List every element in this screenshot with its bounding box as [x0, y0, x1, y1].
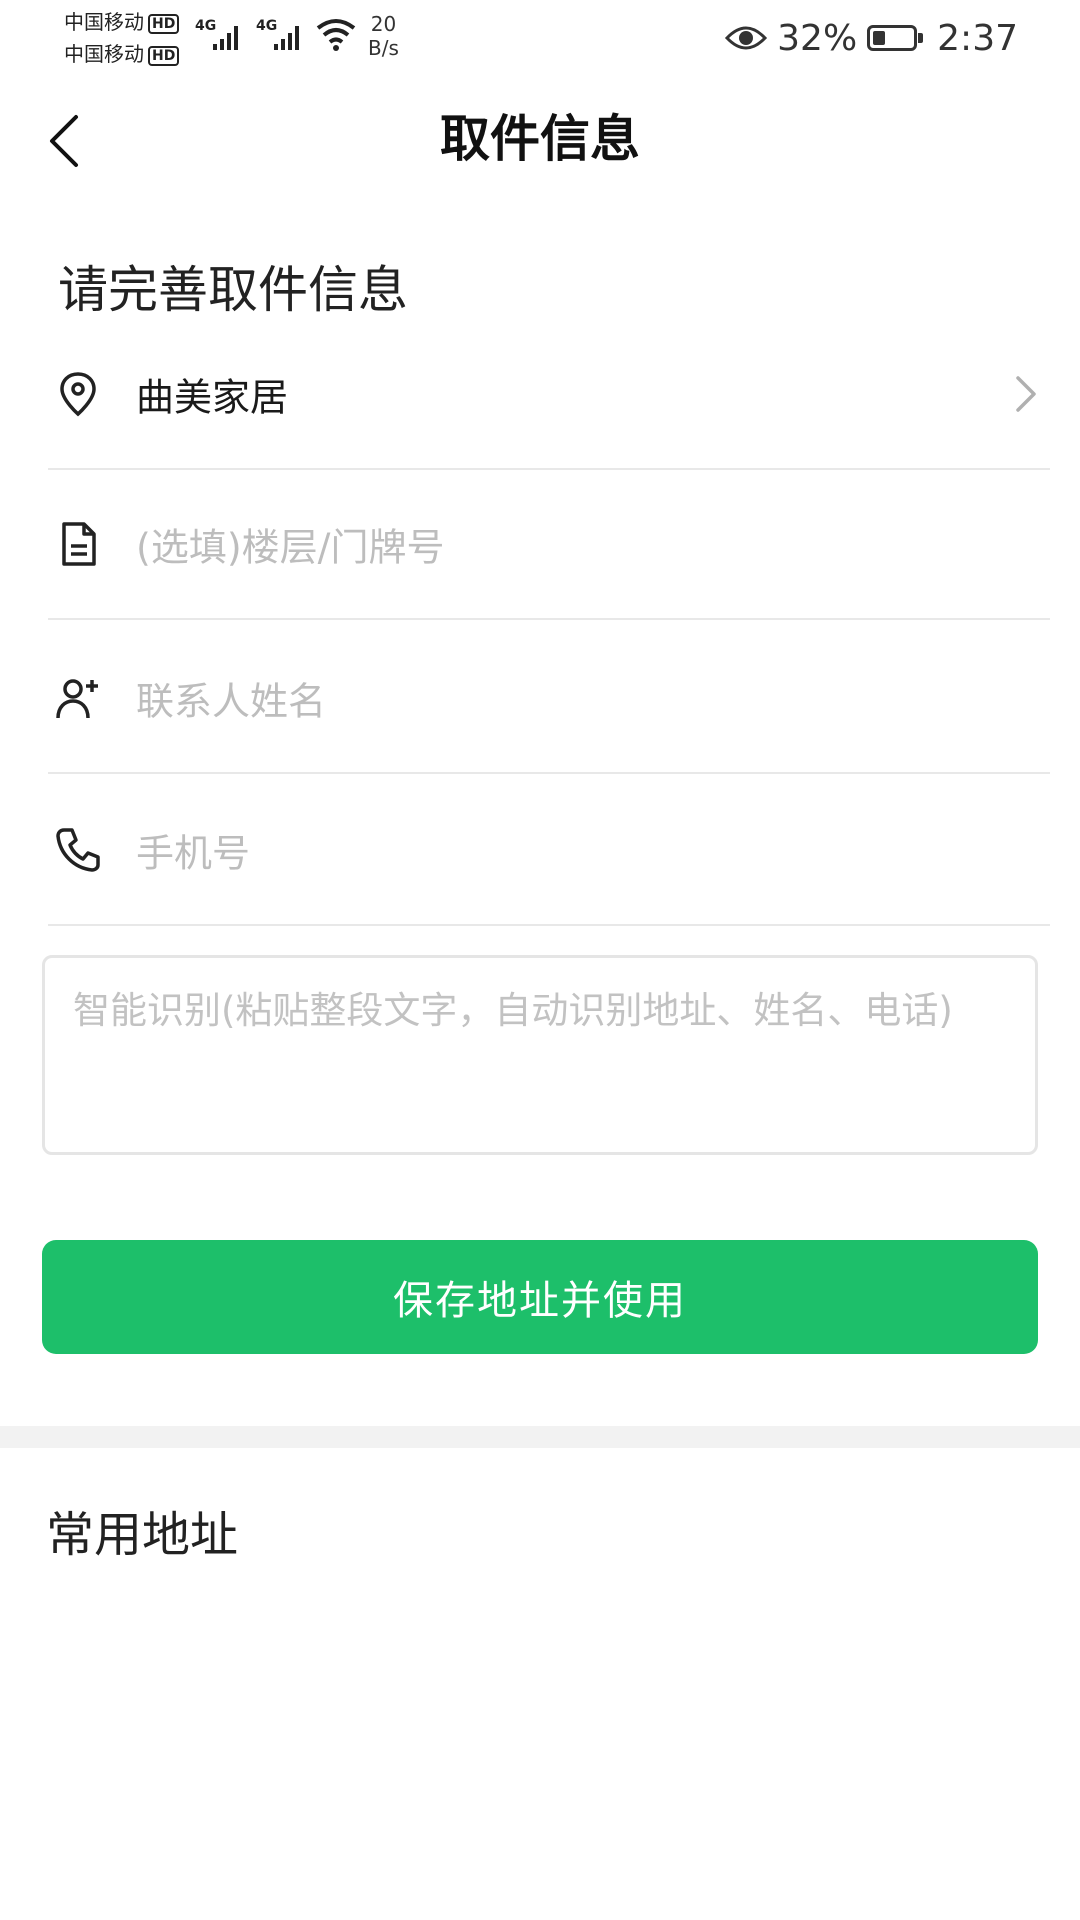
- document-icon: [62, 522, 96, 566]
- smart-recognition-placeholder: 智能识别(粘贴整段文字，自动识别地址、姓名、电话): [73, 989, 953, 1032]
- save-and-use-button[interactable]: 保存地址并使用: [42, 1240, 1038, 1354]
- svg-text:4G: 4G: [195, 18, 216, 34]
- phone-input[interactable]: 手机号: [136, 823, 250, 878]
- section-divider: [0, 1426, 1080, 1448]
- battery-percent: 32%: [777, 17, 858, 59]
- svg-text:4G: 4G: [256, 18, 277, 34]
- net-speed-value: 20: [370, 12, 397, 36]
- carrier-1: 中国移动 HD: [64, 10, 180, 34]
- floor-input[interactable]: (选填)楼层/门牌号: [136, 517, 444, 572]
- form-section-title: 请完善取件信息: [58, 261, 408, 319]
- smart-recognition-textarea[interactable]: 智能识别(粘贴整段文字，自动识别地址、姓名、电话): [42, 955, 1038, 1155]
- network-speed: 20 B/s: [368, 12, 399, 60]
- hd-badge: HD: [148, 45, 180, 66]
- phone-icon: [56, 828, 100, 872]
- carrier-2-label: 中国移动: [64, 42, 144, 66]
- carrier-2: 中国移动 HD: [64, 42, 180, 66]
- contact-name-input[interactable]: 联系人姓名: [136, 671, 326, 726]
- phone-row[interactable]: 手机号: [48, 776, 1050, 926]
- page-title: 取件信息: [440, 110, 640, 168]
- wifi-icon: [316, 19, 356, 51]
- address-value: 曲美家居: [136, 375, 289, 420]
- net-speed-unit: B/s: [368, 36, 399, 60]
- location-pin-icon: [60, 372, 96, 417]
- status-right: 32% 2:37: [725, 17, 1018, 59]
- cellular-signal-2-icon: 4G: [256, 18, 299, 50]
- battery-icon: [867, 25, 924, 51]
- add-person-icon: [56, 679, 98, 719]
- address-row[interactable]: 曲美家居: [48, 320, 1050, 470]
- hd-badge: HD: [148, 13, 180, 34]
- cellular-signal-icon: 4G: [195, 18, 238, 50]
- carrier-1-label: 中国移动: [64, 10, 144, 34]
- contact-name-row[interactable]: 联系人姓名: [48, 624, 1050, 774]
- battery-level: [873, 31, 886, 45]
- header: 取件信息: [0, 95, 1080, 185]
- status-bar: 中国移动 HD 中国移动 HD 4G 4G 20 B/s 32% 2:37: [0, 0, 1080, 80]
- floor-row[interactable]: (选填)楼层/门牌号: [48, 470, 1050, 620]
- eye-icon: [725, 26, 768, 50]
- clock: 2:37: [937, 17, 1018, 59]
- chevron-right-icon: [1016, 376, 1036, 412]
- common-addresses-title: 常用地址: [46, 1507, 239, 1563]
